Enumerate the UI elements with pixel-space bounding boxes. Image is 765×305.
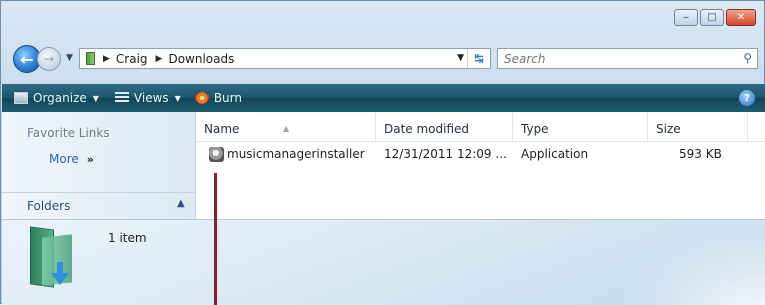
views-icon — [114, 92, 129, 104]
favorite-links-heading: Favorite Links — [27, 126, 110, 140]
close-button[interactable]: ✕ — [726, 9, 756, 26]
help-button[interactable]: ? — [739, 90, 755, 106]
search-box: ⚲ — [497, 48, 758, 69]
chevron-up-icon: ▲ — [177, 198, 185, 209]
explorer-window: ‒ □ ✕ ← → ▼ ▶ Craig ▶ Downloads ▼ ↹ ⚲ Or… — [0, 0, 765, 305]
downloads-folder-icon — [24, 226, 76, 288]
more-label: More — [49, 152, 79, 166]
navigation-bar: ← → ▼ ▶ Craig ▶ Downloads ▼ ↹ ⚲ — [13, 45, 758, 73]
more-link[interactable]: More » — [49, 152, 94, 166]
address-dropdown-icon[interactable]: ▼ — [457, 53, 464, 63]
chevron-down-icon: ▼ — [92, 93, 99, 103]
folders-toggle[interactable]: Folders ▲ — [2, 192, 195, 220]
views-label: Views — [133, 91, 169, 105]
file-list: ▲ Name Date modified Type Size musicmana… — [196, 112, 765, 219]
back-arrow-icon: ← — [20, 49, 34, 69]
decorative-swoosh — [615, 220, 765, 305]
burn-label: Burn — [213, 91, 242, 105]
file-size: 593 KB — [679, 147, 722, 161]
chevron-down-icon: ▼ — [174, 93, 181, 103]
file-name[interactable]: musicmanagerinstaller — [227, 143, 365, 165]
window-caption-buttons: ‒ □ ✕ — [674, 9, 756, 26]
organize-label: Organize — [33, 91, 87, 105]
breadcrumb-downloads[interactable]: Downloads — [168, 52, 234, 66]
address-bar[interactable]: ▶ Craig ▶ Downloads ▼ ↹ — [79, 48, 491, 69]
breadcrumb-arrow-icon[interactable]: ▶ — [156, 54, 163, 64]
refresh-icon: ↹ — [474, 52, 484, 65]
column-header-name[interactable]: ▲ Name — [196, 112, 376, 141]
sort-indicator-icon: ▲ — [283, 124, 290, 133]
burn-button[interactable]: Burn — [194, 91, 242, 105]
column-header-label: Type — [521, 122, 549, 136]
column-header-label: Name — [204, 122, 240, 136]
file-type: Application — [521, 147, 589, 161]
minimize-button[interactable]: ‒ — [674, 9, 698, 26]
refresh-button[interactable]: ↹ — [467, 49, 490, 68]
column-header-size[interactable]: Size — [648, 112, 748, 141]
double-chevron-icon: » — [86, 153, 94, 166]
table-row[interactable]: musicmanagerinstaller 12/31/2011 12:09 .… — [196, 143, 765, 165]
forward-arrow-icon: → — [43, 52, 55, 66]
views-button[interactable]: Views ▼ — [114, 91, 181, 105]
column-header-date-modified[interactable]: Date modified — [376, 112, 513, 141]
callout-line — [214, 173, 217, 305]
column-header-label: Date modified — [384, 122, 470, 136]
folder-icon — [86, 52, 95, 65]
application-icon — [209, 147, 224, 162]
organize-icon — [14, 92, 28, 104]
column-headers: ▲ Name Date modified Type Size — [196, 112, 765, 142]
navigation-pane: Favorite Links More » Folders ▲ — [2, 112, 196, 219]
burn-disc-icon — [194, 92, 209, 104]
item-count: 1 item — [108, 231, 147, 245]
column-header-type[interactable]: Type — [513, 112, 648, 141]
recent-pages-dropdown[interactable]: ▼ — [66, 53, 73, 63]
file-date-modified: 12/31/2011 12:09 ... — [384, 147, 507, 161]
folders-label: Folders — [27, 199, 71, 213]
download-arrow-icon — [51, 262, 69, 285]
search-icon[interactable]: ⚲ — [743, 51, 752, 65]
forward-button[interactable]: → — [37, 47, 61, 71]
column-header-label: Size — [656, 122, 681, 136]
search-input[interactable] — [498, 49, 740, 68]
maximize-button[interactable]: □ — [700, 9, 724, 26]
command-toolbar: Organize ▼ Views ▼ Burn ? — [2, 84, 765, 112]
breadcrumb-craig[interactable]: Craig — [116, 52, 148, 66]
organize-button[interactable]: Organize ▼ — [14, 91, 99, 105]
breadcrumb-arrow-icon[interactable]: ▶ — [103, 54, 110, 64]
chevron-down-icon: ▼ — [66, 53, 73, 63]
details-pane: 1 item — [2, 219, 765, 305]
